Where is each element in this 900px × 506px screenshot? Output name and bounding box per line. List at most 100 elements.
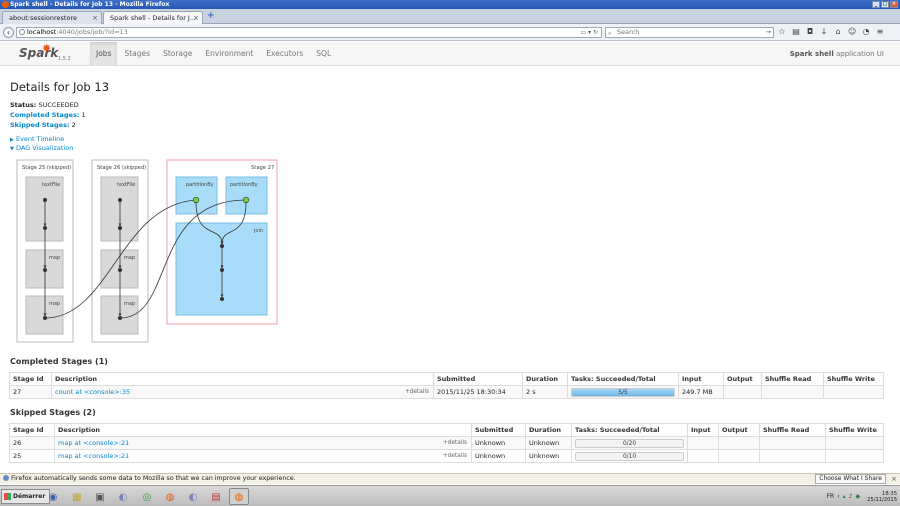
close-tab-icon[interactable]: × bbox=[193, 12, 199, 24]
column-header[interactable]: Shuffle Read bbox=[759, 423, 826, 437]
submitted-time: 2015/11/25 18:30:34 bbox=[433, 385, 523, 399]
stage-description-link[interactable]: count at <console>:35 bbox=[55, 388, 130, 396]
menu-icon[interactable]: ≡ bbox=[876, 27, 884, 37]
tab-session-restore[interactable]: about:sessionrestore × bbox=[2, 11, 102, 24]
network-icon[interactable]: ▴ bbox=[843, 493, 846, 500]
file-manager-icon[interactable]: ▦ bbox=[67, 488, 87, 505]
new-tab-button[interactable]: + bbox=[207, 12, 215, 21]
globe-icon bbox=[19, 29, 25, 35]
event-timeline-toggle[interactable]: ▶ Event Timeline bbox=[10, 135, 64, 143]
clock[interactable]: 18:35 25/11/2015 bbox=[867, 491, 897, 503]
star-icon[interactable]: ☆ bbox=[778, 27, 786, 37]
spark-navbar: Spark ✸ 1.5.2 Jobs Stages Storage Environ… bbox=[0, 42, 900, 66]
tasks-progress-cell: 0/10 bbox=[571, 449, 688, 463]
shuffle-write bbox=[823, 385, 884, 399]
shield-icon[interactable]: ◆ bbox=[855, 493, 860, 500]
tab-sql[interactable]: SQL bbox=[310, 42, 337, 66]
download-icon[interactable]: ↓ bbox=[820, 27, 828, 37]
tab-label: Spark shell - Details for J... bbox=[110, 14, 197, 22]
column-header[interactable]: Stage Id bbox=[9, 372, 52, 386]
search-go-icon[interactable]: → bbox=[766, 28, 771, 37]
url-bar[interactable]: localhost:4040/jobs/job/?id=13 ▭ ▾ ↻ bbox=[16, 27, 602, 38]
shuffle-write bbox=[825, 449, 884, 463]
chrome-icon[interactable]: ◎ bbox=[137, 488, 157, 505]
output-size bbox=[718, 436, 760, 450]
close-notification-icon[interactable]: × bbox=[891, 474, 897, 484]
stage-description-link[interactable]: map at <console>:21 bbox=[58, 452, 129, 460]
tasks-progress-bar: 0/20 bbox=[575, 438, 684, 448]
firefox-taskbar-icon[interactable]: ◍ bbox=[160, 488, 180, 505]
column-header[interactable]: Shuffle Write bbox=[823, 372, 884, 386]
stage-description-link[interactable]: map at <console>:21 bbox=[58, 439, 129, 447]
minimize-button[interactable]: _ bbox=[872, 1, 880, 8]
tasks-progress-cell: 5/5 bbox=[567, 385, 679, 399]
tab-jobs[interactable]: Jobs bbox=[90, 42, 118, 66]
pdf-reader-icon[interactable]: ▤ bbox=[206, 488, 226, 505]
language-indicator[interactable]: FR bbox=[827, 493, 835, 500]
column-header[interactable]: Input bbox=[687, 423, 719, 437]
caret-right-icon: ▶ bbox=[10, 137, 14, 143]
tray-arrow-icon[interactable]: ‹ bbox=[837, 493, 839, 500]
social-icon[interactable]: ◔ bbox=[862, 27, 870, 37]
details-toggle[interactable]: +details bbox=[443, 453, 467, 459]
table-row: 25 map at <console>:21 +details Unknown … bbox=[9, 449, 884, 463]
column-header[interactable]: Submitted bbox=[433, 372, 523, 386]
tab-storage[interactable]: Storage bbox=[157, 42, 198, 66]
caret-down-icon: ▼ bbox=[10, 146, 14, 152]
table-row: 27 count at <console>:35 +details 2015/1… bbox=[9, 385, 884, 399]
column-header[interactable]: Tasks: Succeeded/Total bbox=[567, 372, 679, 386]
column-header[interactable]: Output bbox=[718, 423, 760, 437]
details-toggle[interactable]: +details bbox=[443, 440, 467, 446]
details-toggle[interactable]: +details bbox=[405, 389, 429, 395]
close-tab-icon[interactable]: × bbox=[92, 12, 98, 24]
completed-stages-link[interactable]: Completed Stages: bbox=[10, 111, 79, 119]
output-size bbox=[723, 385, 762, 399]
hello-icon[interactable]: ☺ bbox=[848, 27, 856, 37]
dag-visualization-toggle[interactable]: ▼ DAG Visualization bbox=[10, 144, 73, 152]
column-header[interactable]: Description bbox=[51, 372, 434, 386]
system-tray: FR ‹ ▴ ♪ ◆ 18:35 25/11/2015 bbox=[824, 487, 900, 506]
eclipse-icon[interactable]: ◐ bbox=[183, 488, 203, 505]
job-summary: Status: SUCCEEDED Completed Stages: 1 Sk… bbox=[10, 101, 86, 130]
thunderbird-icon[interactable]: ◉ bbox=[43, 488, 63, 505]
tab-executors[interactable]: Executors bbox=[260, 42, 309, 66]
stage-id: 25 bbox=[9, 449, 55, 463]
tab-spark-shell[interactable]: Spark shell - Details for J... × bbox=[103, 11, 203, 24]
rdd-label: partitionBy bbox=[230, 182, 258, 188]
submitted-time: Unknown bbox=[471, 449, 526, 463]
eclipse-icon[interactable]: ◐ bbox=[113, 488, 133, 505]
firefox-active-icon[interactable]: ◍ bbox=[229, 488, 249, 505]
column-header[interactable]: Shuffle Read bbox=[761, 372, 824, 386]
info-icon bbox=[3, 475, 9, 481]
search-input[interactable]: ⌕ Search → bbox=[605, 27, 774, 38]
search-placeholder: Search bbox=[617, 28, 640, 36]
column-header[interactable]: Duration bbox=[522, 372, 568, 386]
pocket-icon[interactable]: ◘ bbox=[806, 27, 814, 37]
reader-icon[interactable]: ▤ bbox=[792, 27, 800, 37]
home-icon[interactable]: ⌂ bbox=[834, 27, 842, 37]
tasks-progress-bar: 5/5 bbox=[571, 387, 675, 397]
close-window-button[interactable]: × bbox=[890, 1, 898, 8]
column-header[interactable]: Submitted bbox=[471, 423, 526, 437]
back-button[interactable]: ‹ bbox=[3, 27, 14, 38]
tab-environment[interactable]: Environment bbox=[199, 42, 259, 66]
column-header[interactable]: Stage Id bbox=[9, 423, 55, 437]
choose-what-i-share-button[interactable]: Choose What I Share bbox=[815, 474, 886, 484]
skipped-stages-link[interactable]: Skipped Stages: bbox=[10, 121, 70, 129]
url-bar-icons[interactable]: ▭ ▾ ↻ bbox=[580, 28, 598, 37]
column-header[interactable]: Duration bbox=[525, 423, 572, 437]
duration: 2 s bbox=[522, 385, 568, 399]
column-header[interactable]: Input bbox=[678, 372, 724, 386]
os-taskbar: Démarrer ◉ ▦ ▣ ◐ ◎ ◍ ◐ ▤ ◍ FR ‹ ▴ ♪ ◆ 18… bbox=[0, 485, 900, 506]
calculator-icon[interactable]: ▣ bbox=[90, 488, 110, 505]
shuffle-read bbox=[759, 436, 826, 450]
column-header[interactable]: Tasks: Succeeded/Total bbox=[571, 423, 688, 437]
spark-logo[interactable]: Spark ✸ bbox=[19, 42, 58, 60]
column-header[interactable]: Output bbox=[723, 372, 762, 386]
column-header[interactable]: Shuffle Write bbox=[825, 423, 884, 437]
tab-stages[interactable]: Stages bbox=[118, 42, 156, 66]
volume-icon[interactable]: ♪ bbox=[849, 493, 853, 500]
maximize-button[interactable]: □ bbox=[881, 1, 889, 8]
spark-star-icon: ✸ bbox=[42, 42, 52, 55]
column-header[interactable]: Description bbox=[54, 423, 472, 437]
